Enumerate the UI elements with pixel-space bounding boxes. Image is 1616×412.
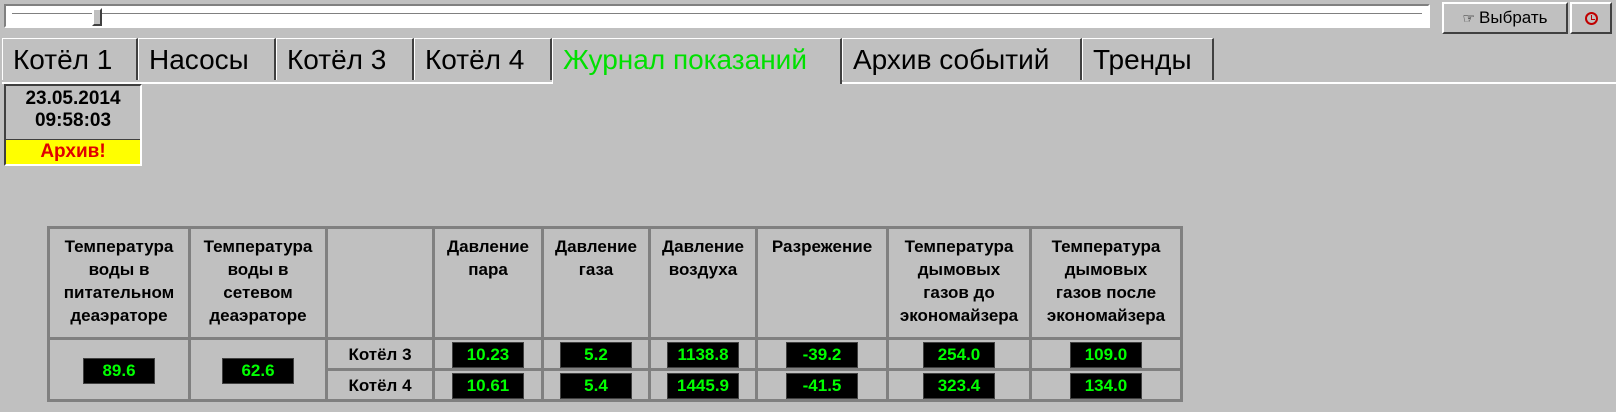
- header-line: воды в: [227, 260, 289, 279]
- header-line: экономайзера: [899, 306, 1019, 325]
- flue-after-cell: 134.0: [1029, 368, 1183, 402]
- slider-thumb[interactable]: [92, 8, 102, 26]
- tab-event-archive[interactable]: Архив событий: [842, 38, 1082, 80]
- flue-after-cell: 109.0: [1029, 337, 1183, 371]
- vacuum-cell: -41.5: [755, 368, 889, 402]
- flue-before-value: 254.0: [923, 342, 995, 368]
- tab-trends[interactable]: Тренды: [1082, 38, 1214, 80]
- pointing-hand-icon: ☞: [1462, 9, 1476, 26]
- flue-before-value: 323.4: [923, 373, 995, 399]
- tab-label: Тренды: [1093, 44, 1192, 75]
- vacuum-value: -39.2: [786, 342, 858, 368]
- header-line: Температура: [203, 237, 313, 256]
- select-button-label: Выбрать: [1479, 8, 1548, 27]
- steam-pressure-value: 10.23: [452, 342, 524, 368]
- header-line: деаэраторе: [209, 306, 307, 325]
- gas-pressure-value: 5.4: [560, 373, 632, 399]
- header-line: газов до: [923, 283, 995, 302]
- top-toolbar: ☞ Выбрать: [0, 0, 1616, 36]
- clock-icon: [1584, 11, 1598, 25]
- steam-cell: 10.23: [432, 337, 544, 371]
- clock-button[interactable]: [1570, 2, 1612, 34]
- air-cell: 1445.9: [648, 368, 758, 402]
- header-line: воды в: [88, 260, 150, 279]
- header-line: экономайзера: [1046, 306, 1166, 325]
- header-air-pressure: Давление воздуха: [648, 226, 758, 340]
- tab-label: Журнал показаний: [563, 44, 807, 75]
- header-line: Давление: [447, 237, 529, 256]
- header-vacuum: Разрежение: [755, 226, 889, 340]
- header-line: Разрежение: [771, 237, 873, 256]
- header-line: питательном: [63, 283, 175, 302]
- gas-pressure-value: 5.2: [560, 342, 632, 368]
- flue-before-cell: 254.0: [886, 337, 1032, 371]
- slider-track: [12, 13, 1422, 21]
- vacuum-value: -41.5: [786, 373, 858, 399]
- steam-cell: 10.61: [432, 368, 544, 402]
- header-line: дымовых: [917, 260, 1001, 279]
- gas-cell: 5.4: [541, 368, 651, 402]
- row-label: Котёл 3: [325, 337, 435, 371]
- header-gas-pressure: Давление газа: [541, 226, 651, 340]
- vacuum-cell: -39.2: [755, 337, 889, 371]
- tab-label: Насосы: [149, 44, 249, 75]
- flue-after-value: 134.0: [1070, 373, 1142, 399]
- tab-label: Архив событий: [853, 44, 1050, 75]
- header-line: деаэраторе: [70, 306, 168, 325]
- header-line: газа: [578, 260, 614, 279]
- readings-table: Температура воды в питательном деаэратор…: [47, 226, 1183, 402]
- feed-deaerator-value: 89.6: [83, 357, 155, 384]
- header-line: Температура: [1051, 237, 1161, 256]
- header-line: Температура: [64, 237, 174, 256]
- header-flue-before: Температура дымовых газов до экономайзер…: [886, 226, 1032, 340]
- feed-deaerator-cell: 89.6: [47, 337, 191, 402]
- header-row: Температура воды в питательном деаэратор…: [47, 226, 1183, 340]
- network-deaerator-cell: 62.6: [188, 337, 328, 402]
- header-line: газов после: [1055, 283, 1157, 302]
- datetime-panel: 23.05.2014 09:58:03 Архив!: [4, 84, 142, 166]
- header-line: Давление: [555, 237, 637, 256]
- date-text: 23.05.2014: [25, 88, 121, 109]
- tab-label: Котёл 1: [13, 44, 113, 75]
- archive-badge: Архив!: [6, 139, 140, 164]
- tab-readings-log[interactable]: Журнал показаний: [552, 38, 842, 84]
- header-line: дымовых: [1064, 260, 1148, 279]
- header-feed-deaerator: Температура воды в питательном деаэратор…: [47, 226, 191, 340]
- header-steam-pressure: Давление пара: [432, 226, 544, 340]
- table-row: 89.6 62.6 Котёл 3 10.23 5.2 1138.8 -39.2…: [47, 337, 1183, 402]
- tab-boiler-3[interactable]: Котёл 3: [276, 38, 414, 80]
- header-line: Давление: [662, 237, 744, 256]
- tab-label: Котёл 3: [287, 44, 387, 75]
- row-label: Котёл 4: [325, 368, 435, 402]
- tab-pumps[interactable]: Насосы: [138, 38, 276, 80]
- air-pressure-value: 1445.9: [667, 373, 739, 399]
- tab-boiler-4[interactable]: Котёл 4: [414, 38, 552, 80]
- header-line: пара: [468, 260, 508, 279]
- steam-pressure-value: 10.61: [452, 373, 524, 399]
- flue-after-value: 109.0: [1070, 342, 1142, 368]
- select-button[interactable]: ☞ Выбрать: [1442, 2, 1568, 34]
- header-flue-after: Температура дымовых газов после экономай…: [1029, 226, 1183, 340]
- tab-boiler-1[interactable]: Котёл 1: [2, 38, 138, 80]
- network-deaerator-value: 62.6: [222, 357, 294, 384]
- flue-before-cell: 323.4: [886, 368, 1032, 402]
- header-line: воздуха: [668, 260, 738, 279]
- header-network-deaerator: Температура воды в сетевом деаэраторе: [188, 226, 328, 340]
- gas-cell: 5.2: [541, 337, 651, 371]
- time-slider[interactable]: [4, 4, 1430, 28]
- air-pressure-value: 1138.8: [667, 342, 739, 368]
- tab-bar: Котёл 1 Насосы Котёл 3 Котёл 4 Журнал по…: [2, 38, 1616, 84]
- air-cell: 1138.8: [648, 337, 758, 371]
- header-boiler-label: [325, 226, 435, 340]
- tab-label: Котёл 4: [425, 44, 525, 75]
- header-line: сетевом: [223, 283, 293, 302]
- header-line: Температура: [904, 237, 1014, 256]
- time-text: 09:58:03: [34, 110, 112, 131]
